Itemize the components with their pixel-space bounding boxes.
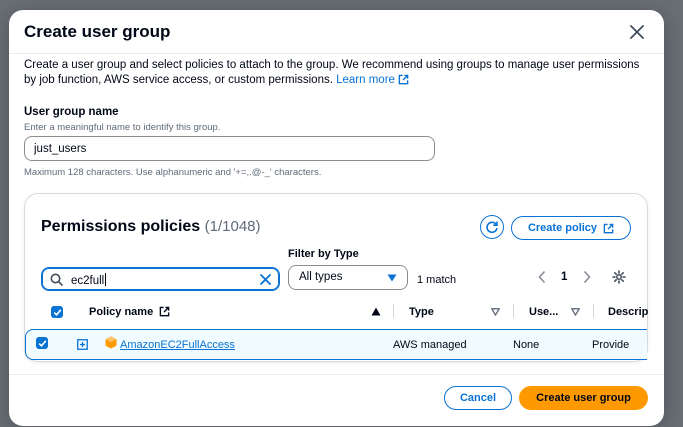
refresh-icon [486, 221, 498, 234]
policy-search-input[interactable]: ec2full [41, 267, 280, 291]
policy-name-header-label: Policy name [89, 306, 154, 318]
settings-icon[interactable] [612, 270, 626, 284]
group-name-constraint: Maximum 128 characters. Use alphanumeric… [24, 167, 322, 178]
row-checkbox[interactable] [36, 337, 48, 349]
match-count: 1 match [417, 274, 457, 286]
select-all-checkbox[interactable] [51, 306, 63, 318]
table-row[interactable]: AmazonEC2FullAccess AWS managed None Pro… [25, 329, 647, 360]
column-header-policy-name[interactable]: Policy name [89, 306, 170, 318]
close-icon [630, 25, 644, 39]
aws-policy-icon [105, 336, 117, 349]
create-user-group-button[interactable]: Create user group [519, 386, 648, 410]
policy-type-cell: AWS managed [393, 339, 467, 351]
policy-name-link[interactable]: AmazonEC2FullAccess [120, 339, 235, 351]
sort-ascending-icon[interactable] [371, 307, 381, 316]
filter-by-type-select[interactable]: All types [288, 265, 408, 290]
search-value: ec2full [71, 273, 107, 287]
checkmark-icon [38, 339, 46, 347]
close-button[interactable] [627, 22, 647, 42]
filter-by-type-label: Filter by Type [288, 248, 359, 260]
permissions-policies-title: Permissions policies (1/1048) [41, 218, 261, 236]
text-caret [105, 273, 107, 286]
column-separator [513, 304, 514, 318]
modal-title: Create user group [24, 22, 171, 41]
group-name-description: Enter a meaningful name to identify this… [24, 122, 221, 133]
external-link-icon [159, 306, 170, 317]
caret-down-icon [387, 274, 397, 282]
page-number[interactable]: 1 [561, 271, 567, 283]
expand-row-icon[interactable] [77, 339, 88, 350]
panel-title-text: Permissions policies [41, 218, 201, 235]
modal-description: Create a user group and select policies … [24, 58, 654, 88]
next-page-icon[interactable] [582, 270, 592, 284]
create-user-group-modal: Create user group Create a user group an… [9, 10, 664, 426]
external-link-icon [603, 223, 614, 233]
external-link-icon [398, 74, 409, 85]
group-name-input[interactable] [24, 136, 435, 161]
column-header-type[interactable]: Type [409, 306, 434, 318]
filter-value: All types [299, 271, 343, 283]
header-divider [9, 53, 664, 54]
policy-used-as-cell: None [513, 339, 540, 351]
description-text: Create a user group and select policies … [24, 59, 640, 86]
policies-table-header: Policy name Type Use... Descrip [25, 298, 648, 326]
column-separator [593, 304, 594, 318]
previous-page-icon[interactable] [537, 270, 547, 284]
learn-more-label: Learn more [336, 74, 395, 86]
learn-more-link[interactable]: Learn more [336, 74, 409, 86]
sort-icon[interactable] [571, 308, 580, 316]
column-separator [393, 304, 394, 318]
search-value-text: ec2full [71, 275, 105, 287]
checkmark-icon [53, 308, 61, 316]
create-policy-button[interactable]: Create policy [511, 216, 631, 240]
clear-search-icon[interactable] [259, 273, 272, 286]
policy-count: (1/1048) [204, 218, 261, 235]
column-header-description[interactable]: Descrip [608, 306, 648, 318]
permissions-policies-panel: Permissions policies (1/1048) Create pol… [24, 193, 648, 362]
column-header-used-as[interactable]: Use... [529, 306, 558, 318]
footer-divider [9, 374, 664, 375]
create-policy-label: Create policy [527, 222, 598, 234]
refresh-button[interactable] [480, 215, 504, 239]
policy-description-cell: Provide [592, 339, 630, 351]
search-icon [50, 273, 63, 286]
policy-name-text: AmazonEC2FullAccess [120, 339, 235, 351]
group-name-label: User group name [24, 106, 119, 118]
sort-icon[interactable] [491, 308, 500, 316]
cancel-button[interactable]: Cancel [444, 386, 512, 410]
